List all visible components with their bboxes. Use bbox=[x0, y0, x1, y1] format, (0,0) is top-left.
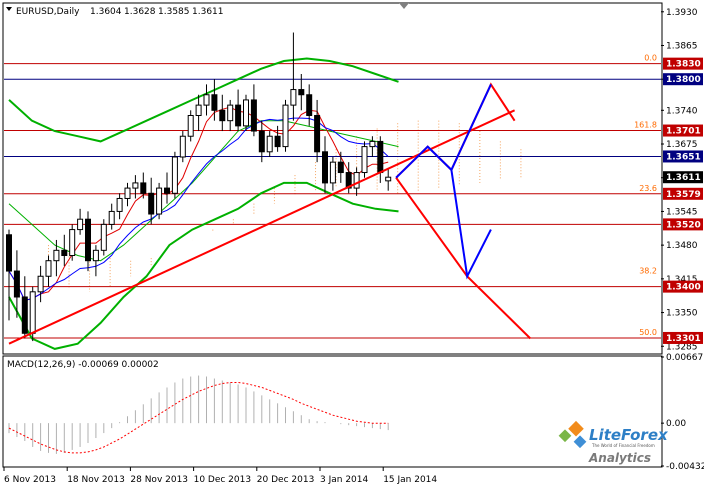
candle-body bbox=[290, 89, 297, 106]
candle-body bbox=[219, 109, 226, 122]
symbol-label: EURUSD,Daily bbox=[16, 7, 80, 17]
candle-body bbox=[250, 99, 257, 132]
candle-body bbox=[322, 151, 328, 184]
macd-axis: 0.00667 0.00 -0.00432 bbox=[661, 353, 704, 472]
candle-body bbox=[227, 104, 234, 122]
price-tick-label: 1.3865 bbox=[666, 41, 698, 51]
time-tick-label: 28 Nov 2013 bbox=[130, 475, 188, 485]
candle-body bbox=[6, 234, 12, 272]
time-axis: 6 Nov 2013 18 Nov 2013 28 Nov 2013 10 Dec 2… bbox=[3, 467, 437, 485]
level-badges: 1.3830 1.3800 1.3701 1.3651 1.3579 1.3520 1.34… bbox=[663, 57, 703, 344]
candle-body bbox=[100, 223, 107, 251]
candle-body bbox=[369, 140, 376, 148]
candle-body bbox=[243, 99, 249, 127]
candle-body bbox=[282, 104, 289, 148]
time-tick-label: 20 Dec 2013 bbox=[257, 475, 315, 485]
candle-body bbox=[171, 156, 178, 194]
ohlc-open: 1.3604 bbox=[90, 7, 122, 17]
candle-body bbox=[266, 135, 273, 153]
candle-body bbox=[337, 161, 344, 174]
time-tick-label: 15 Jan 2014 bbox=[383, 475, 437, 485]
candle-body bbox=[179, 135, 186, 158]
price-tick-label: 1.3350 bbox=[666, 309, 698, 319]
candle-body bbox=[235, 104, 242, 127]
candle-body bbox=[61, 249, 68, 257]
candle-body bbox=[124, 187, 131, 199]
candle-body bbox=[314, 114, 321, 153]
level-badge-label: 1.3301 bbox=[666, 334, 701, 344]
candle-body bbox=[45, 260, 52, 277]
level-badge-label: 1.3701 bbox=[666, 127, 701, 137]
logo-sub: Analytics bbox=[588, 451, 651, 465]
price-tick-label: 1.3480 bbox=[666, 241, 698, 251]
candle-body bbox=[274, 135, 281, 148]
time-tick-label: 10 Dec 2013 bbox=[194, 475, 252, 485]
macd-tick-label: 0.00 bbox=[666, 419, 686, 429]
price-tick-label: 1.3675 bbox=[666, 140, 698, 150]
candle-body bbox=[108, 210, 115, 225]
candle-body bbox=[132, 182, 139, 189]
ohlc-high: 1.3628 bbox=[124, 7, 156, 17]
candle-body bbox=[298, 89, 305, 96]
candle-body bbox=[13, 270, 20, 298]
level-badge-label: 1.3520 bbox=[666, 220, 701, 230]
price-tick-label: 1.3545 bbox=[666, 207, 698, 217]
candle-body bbox=[85, 218, 91, 262]
candle-body bbox=[53, 249, 60, 262]
macd-tick-label: 0.00667 bbox=[666, 353, 703, 363]
candle-body bbox=[258, 130, 265, 153]
fib-label: 23.6 bbox=[639, 184, 657, 193]
time-tick-label: 3 Jan 2014 bbox=[320, 475, 368, 485]
price-tick-label: 1.3930 bbox=[666, 8, 698, 18]
logo-brand: LiteForex bbox=[589, 426, 669, 444]
fib-label: 50.0 bbox=[639, 328, 657, 337]
candle-body bbox=[195, 104, 202, 116]
chart-window: EURUSD,Daily 1.3604 1.3628 1.3585 1.3611… bbox=[0, 0, 704, 487]
candle-body bbox=[92, 249, 99, 262]
candle-body bbox=[306, 94, 313, 116]
fib-label: 0.0 bbox=[644, 54, 657, 63]
candle-body bbox=[187, 114, 194, 137]
ohlc-low: 1.3585 bbox=[158, 7, 190, 17]
fib-label: 161.8 bbox=[634, 121, 657, 130]
candle-body bbox=[37, 275, 44, 293]
fib-label: 38.2 bbox=[639, 266, 657, 275]
candle-body bbox=[156, 187, 163, 215]
candle-body bbox=[69, 229, 76, 257]
current-price-label: 1.3611 bbox=[666, 173, 701, 183]
candle-body bbox=[361, 146, 368, 174]
candle-body bbox=[77, 218, 84, 231]
level-badge-label: 1.3579 bbox=[666, 190, 701, 200]
macd-label: MACD(12,26,9) -0.00069 0.00002 bbox=[7, 360, 159, 370]
price-chart[interactable]: EURUSD,Daily 1.3604 1.3628 1.3585 1.3611… bbox=[0, 0, 704, 487]
candle-body bbox=[211, 94, 218, 111]
candle-body bbox=[140, 182, 147, 194]
level-badge-label: 1.3800 bbox=[666, 75, 701, 85]
time-tick-label: 6 Nov 2013 bbox=[4, 475, 56, 485]
logo-tagline: The World of Financial Freedom bbox=[591, 443, 655, 448]
candle-body bbox=[329, 161, 336, 184]
time-tick-label: 18 Nov 2013 bbox=[67, 475, 125, 485]
macd-pane-frame bbox=[2, 355, 663, 468]
level-badge-label: 1.3651 bbox=[666, 152, 701, 162]
candle-body bbox=[21, 296, 28, 334]
candle-body bbox=[148, 192, 155, 215]
macd-tick-label: -0.00432 bbox=[666, 462, 704, 472]
candle-body bbox=[164, 187, 170, 194]
candle-body bbox=[29, 291, 36, 334]
candle-body bbox=[203, 94, 210, 106]
level-badge-label: 1.3400 bbox=[666, 283, 701, 293]
candle-body bbox=[385, 176, 392, 182]
level-badge-label: 1.3830 bbox=[666, 60, 701, 70]
price-tick-label: 1.3740 bbox=[666, 106, 698, 116]
ohlc-close: 1.3611 bbox=[192, 7, 224, 17]
candle-body bbox=[116, 197, 123, 212]
candle-body bbox=[353, 172, 360, 189]
candle-body bbox=[377, 140, 384, 174]
